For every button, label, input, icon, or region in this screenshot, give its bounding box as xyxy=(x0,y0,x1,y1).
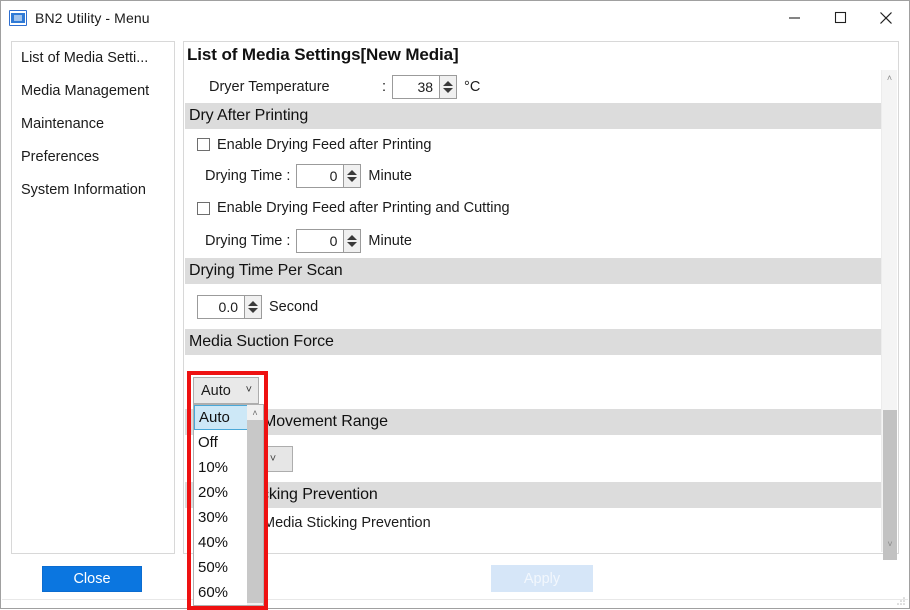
chevron-down-icon: ˅ xyxy=(270,453,276,465)
drying-time-per-scan-value[interactable]: 0.0 xyxy=(197,295,245,319)
dropdown-option-10[interactable]: 10% xyxy=(194,455,249,480)
settings-scroll-area: Dryer Temperature : 38 °C Dry After Prin… xyxy=(185,70,898,552)
app-icon xyxy=(9,10,27,26)
title-bar: BN2 Utility - Menu xyxy=(1,1,909,34)
window-title: BN2 Utility - Menu xyxy=(35,10,150,26)
dryer-temperature-unit: °C xyxy=(464,79,480,95)
section-label: Media Suction Force xyxy=(189,333,334,351)
media-suction-force-selected-value: Auto xyxy=(201,383,231,399)
row-media-suction-force xyxy=(185,355,881,409)
section-sticking-prevention: cking Prevention xyxy=(185,482,881,508)
drying-time-label: Drying Time : xyxy=(205,168,290,184)
sidebar-item-label: List of Media Setti... xyxy=(21,50,148,66)
apply-button[interactable]: Apply xyxy=(491,565,593,592)
option-label: 30% xyxy=(198,509,228,526)
row-dryer-temperature: Dryer Temperature : 38 °C xyxy=(185,70,881,103)
content-scrollbar[interactable]: ˄ ˅ xyxy=(881,70,897,552)
chevron-down-icon: ˅ xyxy=(246,384,252,396)
dropdown-option-30[interactable]: 30% xyxy=(194,505,249,530)
checkbox-label: Enable Drying Feed after Printing and Cu… xyxy=(217,200,510,216)
enable-drying-feed-after-printing-checkbox[interactable] xyxy=(197,138,210,151)
option-label: 50% xyxy=(198,559,228,576)
section-drying-time-per-scan: Drying Time Per Scan xyxy=(185,258,881,284)
minimize-icon[interactable] xyxy=(771,1,817,34)
drying-time-cutting-stepper[interactable]: 0 xyxy=(296,229,361,253)
section-movement-range: Movement Range xyxy=(185,409,881,435)
dryer-temperature-value[interactable]: 38 xyxy=(392,75,440,99)
stepper-arrows[interactable] xyxy=(245,295,262,319)
dropdown-option-off[interactable]: Off xyxy=(194,430,249,455)
option-label: 60% xyxy=(198,584,228,601)
drying-time-cutting-unit: Minute xyxy=(368,233,412,249)
bn2-utility-window: BN2 Utility - Menu List of Media Setti..… xyxy=(0,0,910,609)
close-icon[interactable] xyxy=(863,1,909,34)
row-enable-drying-feed-after-printing[interactable]: Enable Drying Feed after Printing xyxy=(185,129,881,160)
option-label: 20% xyxy=(198,484,228,501)
row-enable-drying-feed-after-printing-and-cutting[interactable]: Enable Drying Feed after Printing and Cu… xyxy=(185,192,881,224)
dropdown-scrollbar[interactable]: ˄ xyxy=(247,405,263,605)
drying-time-cutting-value[interactable]: 0 xyxy=(296,229,344,253)
sidebar-item-media-management[interactable]: Media Management xyxy=(12,75,174,108)
sidebar-item-preferences[interactable]: Preferences xyxy=(12,141,174,174)
dropdown-option-40[interactable]: 40% xyxy=(194,530,249,555)
section-dry-after-printing: Dry After Printing xyxy=(185,103,881,129)
stepper-arrows[interactable] xyxy=(344,164,361,188)
dryer-temperature-label: Dryer Temperature xyxy=(209,79,382,95)
dropdown-options: Auto Off 10% 20% 30% 40% 50% 60% xyxy=(194,405,249,605)
dropdown-scrollbar-thumb[interactable] xyxy=(247,420,263,603)
checkbox-label: Enable Drying Feed after Printing xyxy=(217,137,431,153)
row-drying-time-cutting: Drying Time : 0 Minute xyxy=(185,224,881,258)
drying-time-label: Drying Time : xyxy=(205,233,290,249)
section-label: Drying Time Per Scan xyxy=(189,262,343,280)
drying-time-per-scan-stepper[interactable]: 0.0 xyxy=(197,295,262,319)
dropdown-scroll-up-arrow-icon[interactable]: ˄ xyxy=(247,405,263,420)
page-title: List of Media Settings[New Media] xyxy=(187,45,459,65)
settings-rows: Dryer Temperature : 38 °C Dry After Prin… xyxy=(185,70,881,552)
sidebar-item-label: Maintenance xyxy=(21,116,104,132)
row-drying-time-printing: Drying Time : 0 Minute xyxy=(185,160,881,192)
row-movement-range: ˅ xyxy=(185,435,881,482)
enable-drying-feed-after-printing-and-cutting-checkbox[interactable] xyxy=(197,202,210,215)
option-label: Auto xyxy=(199,409,230,426)
drying-time-per-scan-unit: Second xyxy=(269,299,318,315)
row-drying-time-per-scan: 0.0 Second xyxy=(185,284,881,329)
dropdown-option-20[interactable]: 20% xyxy=(194,480,249,505)
scroll-down-arrow-icon[interactable]: ˅ xyxy=(882,536,898,552)
dropdown-option-50[interactable]: 50% xyxy=(194,555,249,580)
section-media-suction-force: Media Suction Force xyxy=(185,329,881,355)
caption-buttons xyxy=(771,1,909,34)
dropdown-option-auto[interactable]: Auto xyxy=(194,405,249,430)
sidebar-item-maintenance[interactable]: Maintenance xyxy=(12,108,174,141)
scroll-up-arrow-icon[interactable]: ˄ xyxy=(882,70,897,86)
drying-time-printing-stepper[interactable]: 0 xyxy=(296,164,361,188)
drying-time-printing-unit: Minute xyxy=(368,168,412,184)
dryer-temperature-colon: : xyxy=(382,79,386,95)
stepper-arrows[interactable] xyxy=(344,229,361,253)
footer-divider xyxy=(2,599,908,600)
close-button[interactable]: Close xyxy=(42,566,142,592)
sidebar-item-label: System Information xyxy=(21,182,146,198)
media-suction-force-combobox[interactable]: Auto ˅ xyxy=(193,377,259,404)
resize-grip-icon[interactable] xyxy=(894,594,906,606)
dryer-temperature-stepper[interactable]: 38 xyxy=(392,75,457,99)
sidebar-item-list-of-media-settings[interactable]: List of Media Setti... xyxy=(12,42,174,75)
media-suction-force-dropdown-list[interactable]: Auto Off 10% 20% 30% 40% 50% 60% xyxy=(193,404,264,606)
stepper-arrows[interactable] xyxy=(440,75,457,99)
media-sticking-prevention-label: Media Sticking Prevention xyxy=(263,515,431,531)
sidebar-item-label: Preferences xyxy=(21,149,99,165)
sidebar-item-system-information[interactable]: System Information xyxy=(12,174,174,207)
drying-time-printing-value[interactable]: 0 xyxy=(296,164,344,188)
row-filler xyxy=(185,538,881,552)
content-pane: List of Media Settings[New Media] Dryer … xyxy=(183,41,899,554)
option-label: 10% xyxy=(198,459,228,476)
row-media-sticking-prevention[interactable]: Media Sticking Prevention xyxy=(185,508,881,538)
sidebar-item-label: Media Management xyxy=(21,83,149,99)
maximize-icon[interactable] xyxy=(817,1,863,34)
dropdown-option-60[interactable]: 60% xyxy=(194,580,249,605)
option-label: 40% xyxy=(198,534,228,551)
sidebar: List of Media Setti... Media Management … xyxy=(11,41,175,554)
section-label: Dry After Printing xyxy=(189,107,308,125)
option-label: Off xyxy=(198,434,218,451)
